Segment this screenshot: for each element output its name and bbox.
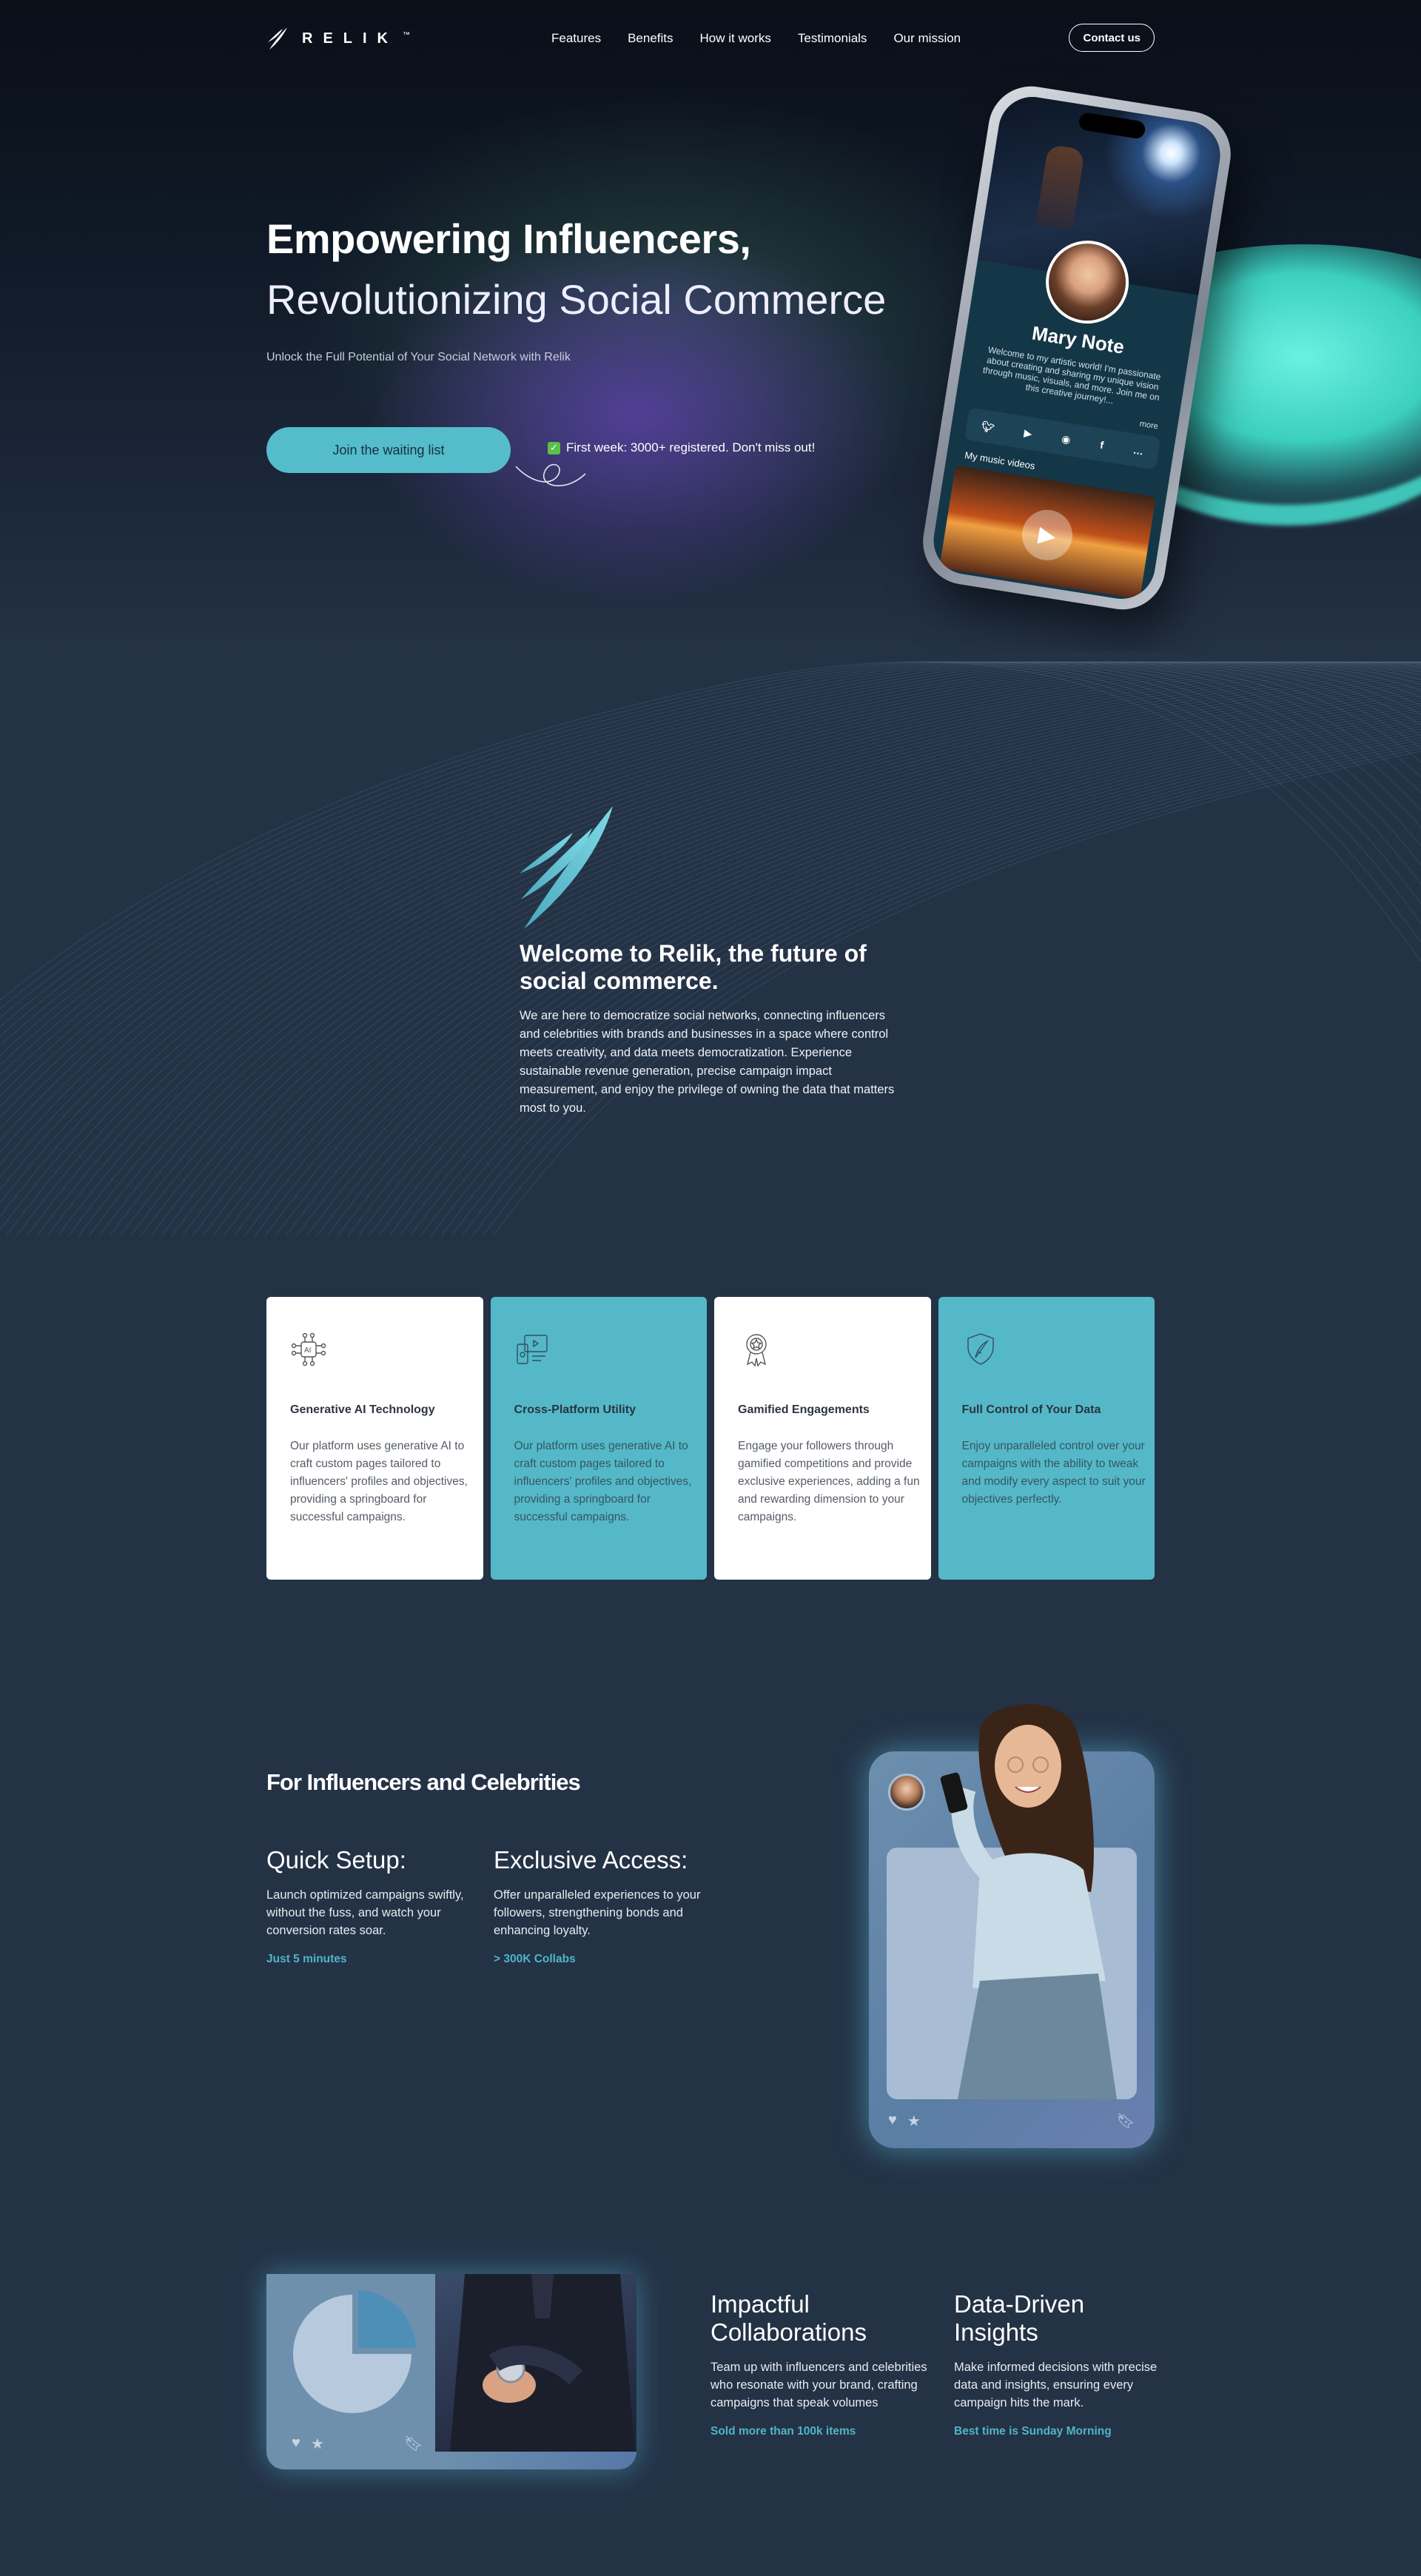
join-waiting-list-button[interactable]: Join the waiting list (266, 427, 511, 473)
pie-chart-icon (293, 2290, 416, 2413)
influencer-photo-card: ♥ ★ 🔖︎ (869, 1704, 1155, 2148)
wave-line (357, 715, 1421, 1236)
card-text: Our platform uses generative AI to craft… (514, 1440, 692, 1523)
bookmark-icon[interactable]: 🔖︎ (404, 2435, 423, 2453)
feature-data-driven-insights: Data-Driven Insights Make informed decis… (954, 2290, 1169, 2438)
phone-screen: Mary Note Welcome to my artistic world! … (928, 92, 1226, 604)
hero-subtitle: Unlock the Full Potential of Your Social… (266, 351, 571, 363)
phone-mockup: Mary Note Welcome to my artistic world! … (916, 80, 1237, 616)
businessman-image (450, 2274, 635, 2452)
feature-tag: > 300K Collabs (494, 1953, 576, 1965)
star-icon[interactable]: ★ (311, 2435, 324, 2453)
bookmark-icon[interactable]: 🔖︎ (1117, 2112, 1135, 2130)
welcome-title: Welcome to Relik, the future of social c… (520, 940, 867, 994)
checkmark-icon: ✓ (548, 441, 560, 455)
feature-card-generative-ai: AI Generative AI Technology Our platform… (266, 1297, 483, 1580)
feature-title: Exclusive Access: (494, 1846, 688, 1874)
relik-logo-icon (268, 27, 287, 50)
award-badge-icon (746, 1334, 767, 1367)
nav-link-benefits[interactable]: Benefits (628, 31, 673, 46)
influencer-woman-image (940, 1704, 1117, 2099)
play-icon[interactable]: ▶ (1018, 506, 1076, 564)
feature-text: Launch optimized campaigns swiftly, with… (266, 1888, 464, 1937)
top-nav: RELIK ™ Features Benefits How it works T… (266, 22, 1155, 55)
card-actions: ♥ ★ (292, 2435, 324, 2453)
spotify-icon[interactable]: ◉ (1061, 432, 1072, 446)
devices-icon (516, 1335, 548, 1364)
nav-menu: Features Benefits How it works Testimoni… (551, 31, 961, 46)
music-video-thumbnail[interactable]: ▶ (939, 465, 1156, 600)
welcome-text: We are here to democratize social networ… (520, 1009, 895, 1115)
card-title: Full Control of Your Data (961, 1403, 1101, 1416)
feature-tag: Best time is Sunday Morning (954, 2425, 1112, 2438)
card-title: Generative AI Technology (290, 1403, 435, 1416)
svg-text:AI: AI (304, 1346, 311, 1355)
logo[interactable]: RELIK ™ (266, 26, 410, 51)
influencer-mini-avatar (888, 1774, 925, 1811)
registration-note: ✓ First week: 3000+ registered. Don't mi… (548, 440, 815, 455)
feature-tag: Sold more than 100k items (710, 2425, 856, 2438)
feature-title: Impactful Collaborations (710, 2290, 867, 2346)
feature-card-cross-platform: Cross-Platform Utility Our platform uses… (490, 1297, 707, 1580)
feature-text: Team up with influencers and celebrities… (710, 2361, 927, 2409)
feature-tag: Just 5 minutes (266, 1953, 347, 1965)
heart-icon[interactable]: ♥ (888, 2112, 897, 2130)
feature-text: Offer unparalleled experiences to your f… (494, 1888, 701, 1937)
nav-link-our-mission[interactable]: Our mission (893, 31, 961, 46)
feature-text: Make informed decisions with precise dat… (954, 2361, 1158, 2409)
card-text: Enjoy unparalleled control over your cam… (961, 1440, 1146, 1506)
feature-card-data-control: Full Control of Your Data Enjoy unparall… (938, 1297, 1155, 1580)
ai-chip-icon: AI (291, 1332, 326, 1366)
swirl-decoration-icon (515, 463, 586, 486)
feature-quick-setup: Quick Setup: Launch optimized campaigns … (266, 1846, 488, 1966)
feature-title: Quick Setup: (266, 1846, 406, 1874)
nav-link-features[interactable]: Features (551, 31, 601, 46)
logo-text: RELIK (302, 30, 398, 47)
feature-title: Data-Driven Insights (954, 2290, 1085, 2346)
feature-cards: AI Generative AI Technology Our platform… (266, 1297, 1155, 1580)
nav-link-testimonials[interactable]: Testimonials (798, 31, 867, 46)
heart-icon[interactable]: ♥ (292, 2435, 300, 2453)
card-title: Cross-Platform Utility (514, 1403, 636, 1416)
twitter-icon[interactable]: 🐦︎ (981, 420, 995, 435)
hero-title-light: Revolutionizing Social Commerce (266, 276, 887, 323)
hero-section: RELIK ™ Features Benefits How it works T… (0, 0, 1421, 651)
businessman-photo (435, 2274, 636, 2452)
influencers-title: For Influencers and Celebrities (266, 1769, 581, 1795)
feature-exclusive-access: Exclusive Access: Offer unparalleled exp… (494, 1846, 716, 1966)
youtube-icon[interactable]: ▶ (1023, 426, 1033, 440)
more-icon[interactable]: … (1132, 444, 1144, 457)
registration-note-text: First week: 3000+ registered. Don't miss… (566, 440, 816, 455)
card-text: Our platform uses generative AI to craft… (290, 1440, 468, 1523)
card-text: Engage your followers through gamified c… (738, 1440, 920, 1523)
card-title: Gamified Engagements (738, 1403, 870, 1416)
nav-link-how-it-works[interactable]: How it works (700, 31, 771, 46)
hero-title-bold: Empowering Influencers, (266, 215, 751, 262)
facebook-icon[interactable]: f (1099, 439, 1104, 452)
logo-trademark: ™ (403, 30, 410, 39)
shield-feather-icon (967, 1333, 994, 1365)
feature-impactful-collaborations: Impactful Collaborations Team up with in… (710, 2290, 933, 2438)
brand-analytics-card: ♥ ★ 🔖︎ (266, 2274, 636, 2469)
feature-card-gamified: Gamified Engagements Engage your followe… (714, 1297, 931, 1580)
landing-page: RELIK ™ Features Benefits How it works T… (0, 0, 1421, 2576)
star-icon[interactable]: ★ (907, 2112, 921, 2130)
relik-large-logo-icon (520, 806, 613, 929)
bio-more-link[interactable]: more (1139, 420, 1159, 432)
card-actions: ♥ ★ 🔖︎ (888, 2112, 1135, 2130)
contact-us-button[interactable]: Contact us (1069, 24, 1155, 52)
